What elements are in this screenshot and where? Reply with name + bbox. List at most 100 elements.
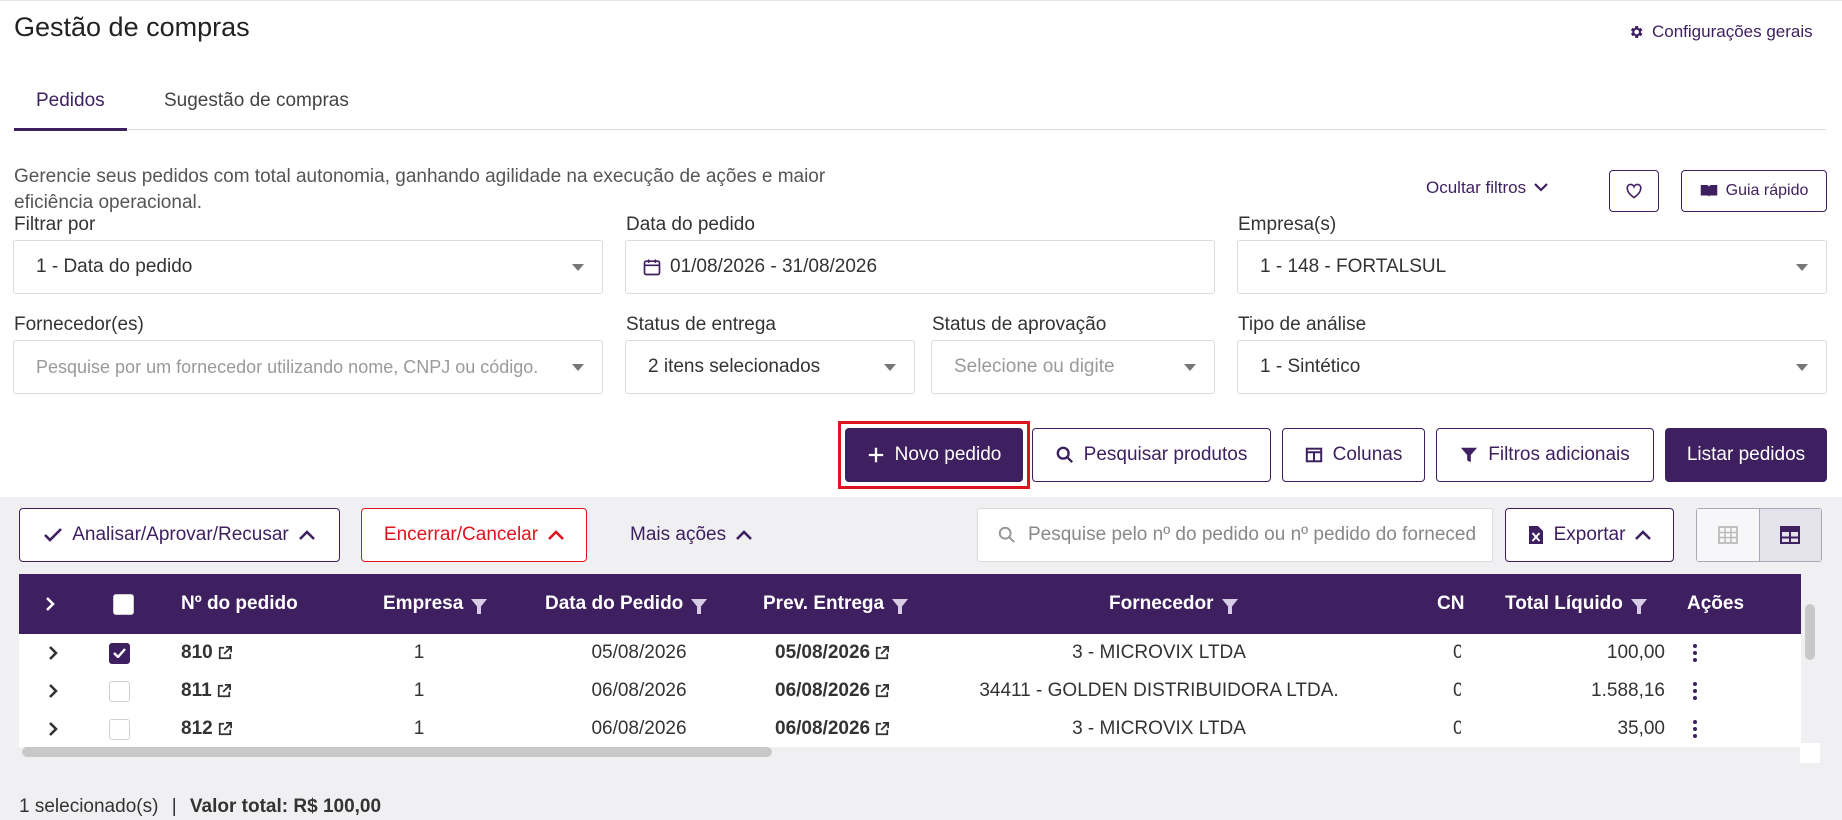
column-order-date[interactable]: Data do Pedido xyxy=(545,574,708,634)
order-no-link[interactable]: 811 xyxy=(181,672,231,710)
filter-by-label: Filtrar por xyxy=(14,214,96,235)
column-company[interactable]: Empresa xyxy=(383,574,488,634)
column-cnpj[interactable]: CN xyxy=(1437,574,1479,634)
filter-icon[interactable] xyxy=(1630,599,1647,614)
scroll-corner xyxy=(1800,743,1820,763)
order-no-link[interactable]: 812 xyxy=(181,710,232,747)
page-title: Gestão de compras xyxy=(14,12,250,42)
cnpj-cell: 0 xyxy=(1453,680,1461,701)
analyze-approve-reject-button[interactable]: Analisar/Aprovar/Recusar xyxy=(19,508,340,562)
tab-sugestao-compras[interactable]: Sugestão de compras xyxy=(142,86,371,130)
row-checkbox[interactable] xyxy=(109,634,130,672)
filter-icon[interactable] xyxy=(691,599,708,614)
column-order-no[interactable]: Nº do pedido xyxy=(181,574,298,634)
kebab-menu-icon xyxy=(1693,720,1697,738)
row-actions-menu[interactable] xyxy=(1687,672,1703,710)
expand-all-button[interactable] xyxy=(45,574,55,634)
order-date-range-input[interactable]: 01/08/2026 - 31/08/2026 xyxy=(625,240,1215,294)
row-checkbox[interactable] xyxy=(109,710,130,747)
checkbox-box xyxy=(109,680,130,702)
filter-icon[interactable] xyxy=(471,599,488,614)
row-checkbox[interactable] xyxy=(109,672,130,710)
vertical-scrollbar[interactable] xyxy=(1805,604,1815,660)
expand-row-button[interactable] xyxy=(48,672,58,710)
delivery-link[interactable]: 06/08/2026 xyxy=(775,710,890,747)
close-cancel-button[interactable]: Encerrar/Cancelar xyxy=(361,508,587,562)
column-company-label: Empresa xyxy=(383,593,464,614)
delivery-link[interactable]: 06/08/2026 xyxy=(775,672,890,710)
grid-view-button[interactable] xyxy=(1697,509,1759,561)
external-link-icon xyxy=(218,722,232,736)
column-cnpj-label: CN xyxy=(1437,593,1465,614)
supplier-cell: 3 - MICROVIX LTDA xyxy=(1072,718,1246,739)
analyze-label: Analisar/Aprovar/Recusar xyxy=(72,524,289,545)
column-supplier[interactable]: Fornecedor xyxy=(1109,574,1238,634)
delivery-status-value: 2 itens selecionados xyxy=(648,356,821,377)
quick-guide-button[interactable]: Guia rápido xyxy=(1681,170,1827,212)
filter-icon[interactable] xyxy=(1221,599,1238,614)
new-order-label: Novo pedido xyxy=(894,444,1002,465)
additional-filters-button[interactable]: Filtros adicionais xyxy=(1436,428,1654,482)
list-orders-label: Listar pedidos xyxy=(1686,444,1806,465)
plus-icon xyxy=(868,447,883,463)
order-date-cell: 06/08/2026 xyxy=(591,718,687,739)
chevron-right-icon xyxy=(49,684,58,698)
columns-icon xyxy=(1305,447,1322,463)
row-actions-menu[interactable] xyxy=(1687,634,1703,672)
table-view-button[interactable] xyxy=(1758,509,1821,561)
supplier-cell: 34411 - GOLDEN DISTRIBUIDORA LTDA. xyxy=(979,680,1339,701)
columns-label: Colunas xyxy=(1332,444,1403,465)
suppliers-placeholder: Pesquise por um fornecedor utilizando no… xyxy=(36,357,539,377)
order-no-text: 812 xyxy=(181,718,213,739)
analysis-type-select[interactable]: 1 - Sintético xyxy=(1237,340,1827,394)
hide-filters-toggle[interactable]: Ocultar filtros xyxy=(1426,178,1548,198)
page-description: Gerencie seus pedidos com total autonomi… xyxy=(14,166,826,213)
row-actions-menu[interactable] xyxy=(1687,710,1703,747)
net-total-cell: 100,00 xyxy=(1606,642,1665,663)
more-actions-button[interactable]: Mais ações xyxy=(630,508,753,562)
order-search-input[interactable]: Pesquise pelo nº do pedido ou nº pedido … xyxy=(977,508,1493,562)
search-icon xyxy=(998,526,1015,543)
column-supplier-label: Fornecedor xyxy=(1109,593,1214,614)
close-cancel-label: Encerrar/Cancelar xyxy=(383,524,539,545)
general-settings-link[interactable]: Configurações gerais xyxy=(1628,22,1813,42)
analysis-type-value: 1 - Sintético xyxy=(1260,356,1361,377)
column-delivery-forecast[interactable]: Prev. Entrega xyxy=(763,574,909,634)
order-date-cell: 06/08/2026 xyxy=(591,680,687,701)
delivery-link[interactable]: 05/08/2026 xyxy=(775,634,890,672)
new-order-button[interactable]: Novo pedido xyxy=(845,428,1023,482)
search-products-button[interactable]: Pesquisar produtos xyxy=(1032,428,1271,482)
filter-icon xyxy=(1461,447,1478,463)
filter-icon[interactable] xyxy=(892,599,909,614)
grid-icon xyxy=(1717,526,1738,544)
kebab-menu-icon xyxy=(1693,644,1697,662)
favorite-button[interactable] xyxy=(1609,170,1659,212)
horizontal-scrollbar[interactable] xyxy=(22,747,772,757)
chevron-right-icon xyxy=(46,597,55,611)
filter-by-select[interactable]: 1 - Data do pedido xyxy=(13,240,603,294)
chevron-up-icon xyxy=(1635,530,1652,540)
delivery-status-select[interactable]: 2 itens selecionados xyxy=(625,340,915,394)
external-link-icon xyxy=(875,684,890,698)
expand-row-button[interactable] xyxy=(48,710,58,747)
suppliers-label: Fornecedor(es) xyxy=(14,314,144,335)
columns-button[interactable]: Colunas xyxy=(1282,428,1425,482)
expand-row-button[interactable] xyxy=(48,634,58,672)
delivery-status-label: Status de entrega xyxy=(626,314,776,335)
general-settings-label: Configurações gerais xyxy=(1652,22,1813,41)
table-row: 810 1 05/08/2026 05/08/2026 3 - MICROVIX… xyxy=(19,634,1801,672)
column-net-total[interactable]: Total Líquido xyxy=(1505,574,1647,634)
caret-down-icon xyxy=(884,364,896,371)
export-button[interactable]: Exportar xyxy=(1505,508,1674,562)
approval-status-select[interactable]: Selecione ou digite xyxy=(931,340,1215,394)
delivery-text: 05/08/2026 xyxy=(775,642,871,663)
select-all-checkbox[interactable] xyxy=(113,574,134,634)
selected-count: 1 selecionado(s) xyxy=(19,796,159,817)
companies-select[interactable]: 1 - 148 - FORTALSUL xyxy=(1237,240,1827,294)
list-orders-button[interactable]: Listar pedidos xyxy=(1665,428,1827,482)
column-net-total-label: Total Líquido xyxy=(1505,593,1623,614)
order-no-link[interactable]: 810 xyxy=(181,634,232,672)
company-cell: 1 xyxy=(413,718,425,739)
tab-pedidos[interactable]: Pedidos xyxy=(14,86,127,131)
suppliers-select[interactable]: Pesquise por um fornecedor utilizando no… xyxy=(13,340,603,394)
